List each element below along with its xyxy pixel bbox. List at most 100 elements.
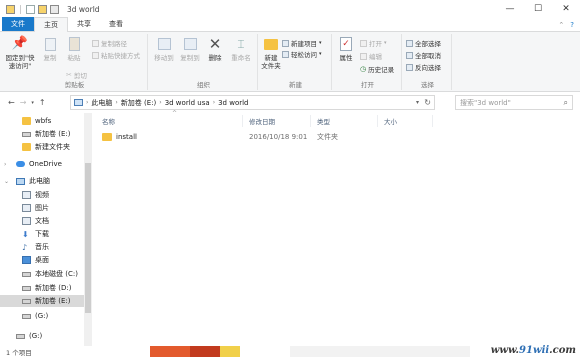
help-icon[interactable]: ?: [570, 21, 574, 29]
tab-file[interactable]: 文件: [2, 17, 34, 31]
new-item-button[interactable]: 新建项目 ▾: [282, 38, 322, 48]
sidebar-item-new-folder[interactable]: 新建文件夹: [0, 141, 84, 153]
sidebar-item-drive-e-selected[interactable]: 新加卷 (E:): [0, 295, 84, 307]
select-none-button[interactable]: 全部取消: [406, 50, 441, 60]
close-button[interactable]: ✕: [552, 0, 580, 18]
select-group-label: 选择: [421, 81, 434, 89]
copy-to-label: 复制到: [180, 54, 200, 62]
chevron-up-icon[interactable]: ⌃: [558, 21, 564, 29]
open-icon: [360, 39, 367, 47]
sidebar-item-this-pc[interactable]: ⌄ 此电脑: [0, 175, 84, 187]
breadcrumb-this-pc[interactable]: 此电脑: [91, 98, 112, 108]
column-header-modified[interactable]: 修改日期: [249, 116, 275, 126]
up-arrow-icon[interactable]: ↑: [39, 98, 46, 107]
properties-icon[interactable]: [26, 4, 35, 14]
search-icon[interactable]: ⌕: [564, 98, 568, 108]
sidebar-item-pictures[interactable]: 图片: [0, 202, 84, 214]
divider[interactable]: [377, 115, 378, 127]
sidebar-item-drive-c[interactable]: 本地磁盘 (C:): [0, 268, 84, 280]
paste-shortcut-button[interactable]: 粘贴快捷方式: [92, 50, 140, 60]
sort-caret-icon: ^: [172, 110, 178, 117]
taskbar-thumbnail: [190, 346, 220, 357]
sidebar-item-documents[interactable]: 文档: [0, 215, 84, 227]
sidebar-item-drive-e[interactable]: 新加卷 (E:): [0, 128, 84, 140]
move-to-button[interactable]: 移动到: [152, 36, 176, 62]
organize-group: 移动到 复制到 ✕ 删除 ⌶ 重命名 组织: [150, 34, 258, 90]
refresh-icon[interactable]: ↻: [424, 98, 431, 107]
ribbon-tabs: 文件 主页 共享 查看 ⌃ ?: [0, 17, 580, 32]
edit-button[interactable]: 编辑: [360, 51, 382, 61]
open-label: 打开: [369, 40, 382, 48]
divider[interactable]: [242, 115, 243, 127]
chevron-right-icon[interactable]: ›: [159, 99, 161, 106]
recent-locations-icon[interactable]: ▾: [31, 100, 34, 106]
breadcrumb-drive-e[interactable]: 新加卷 (E:): [121, 98, 156, 108]
chevron-right-icon[interactable]: ›: [213, 99, 215, 106]
chevron-right-icon[interactable]: ›: [4, 161, 6, 168]
sidebar-item-videos[interactable]: 视频: [0, 189, 84, 201]
sidebar-item-music[interactable]: ♪ 音乐: [0, 241, 84, 253]
open-button[interactable]: 打开 ▾: [360, 38, 387, 48]
sidebar-item-desktop[interactable]: 桌面: [0, 254, 84, 266]
tab-share[interactable]: 共享: [68, 17, 100, 31]
sidebar-item-drive-g[interactable]: (G:): [0, 310, 84, 322]
search-input[interactable]: 搜索"3d world" ⌕: [455, 95, 573, 110]
address-row: ← → ▾ ↑ › 此电脑 › 新加卷 (E:) › 3d world usa …: [0, 92, 580, 113]
dropdown-icon[interactable]: [50, 4, 59, 14]
select-group: 全部选择 全部取消 反向选择 选择: [404, 34, 452, 90]
column-header-name[interactable]: 名称: [102, 116, 115, 126]
sidebar-item-drive-g-root[interactable]: (G:): [0, 330, 84, 342]
new-folder-icon[interactable]: [38, 4, 47, 14]
divider[interactable]: [310, 115, 311, 127]
maximize-button[interactable]: ☐: [524, 0, 552, 18]
table-row[interactable]: install 2016/10/18 9:01 文件夹: [102, 131, 402, 143]
new-folder-button[interactable]: 新建 文件夹: [260, 36, 282, 70]
forward-arrow-icon[interactable]: →: [20, 98, 27, 107]
copy-button[interactable]: 复制: [40, 36, 60, 62]
select-all-button[interactable]: 全部选择: [406, 38, 441, 48]
scrollbar-thumb[interactable]: [85, 163, 91, 313]
chevron-right-icon[interactable]: ›: [86, 99, 88, 106]
music-icon: ♪: [22, 242, 28, 252]
scissors-icon: ✂: [66, 71, 72, 79]
paste-shortcut-label: 粘贴快捷方式: [101, 52, 140, 60]
drive-icon: [22, 131, 31, 137]
breadcrumb-3d-world-usa[interactable]: 3d world usa: [165, 99, 210, 107]
address-dropdown-icon[interactable]: ▾: [416, 99, 419, 106]
tab-home[interactable]: 主页: [34, 17, 68, 32]
properties-button[interactable]: ✓ 属性: [336, 36, 356, 62]
sidebar-item-onedrive[interactable]: › OneDrive: [0, 158, 84, 170]
pc-icon: [74, 99, 83, 106]
sidebar-item-label: 新加卷 (E:): [35, 130, 71, 138]
divider[interactable]: [432, 115, 433, 127]
new-item-label: 新建项目: [291, 40, 317, 48]
back-arrow-icon[interactable]: ←: [8, 98, 15, 107]
breadcrumb-3d-world[interactable]: 3d world: [218, 99, 248, 107]
column-header-type[interactable]: 类型: [317, 116, 330, 126]
sidebar-item-downloads[interactable]: ⬇ 下载: [0, 228, 84, 240]
watermark-logo: www.91wii.com: [491, 345, 576, 356]
paste-shortcut-icon: [92, 51, 99, 59]
sidebar-scrollbar[interactable]: [84, 113, 92, 346]
easy-access-button[interactable]: 轻松访问 ▾: [282, 49, 322, 59]
sidebar-item-wbfs[interactable]: wbfs: [0, 115, 84, 127]
rename-button[interactable]: ⌶ 重命名: [228, 36, 254, 62]
copy-path-button[interactable]: 复制路径: [92, 38, 127, 48]
minimize-button[interactable]: —: [496, 0, 524, 18]
title-bar: 3d world — ☐ ✕: [0, 0, 580, 18]
address-bar[interactable]: › 此电脑 › 新加卷 (E:) › 3d world usa › 3d wor…: [70, 95, 435, 110]
chevron-right-icon[interactable]: ›: [115, 99, 117, 106]
delete-button[interactable]: ✕ 删除: [204, 36, 226, 63]
invert-selection-button[interactable]: 反向选择: [406, 62, 441, 72]
chevron-down-icon[interactable]: ⌄: [4, 178, 9, 185]
tab-view[interactable]: 查看: [100, 17, 132, 31]
navigation-pane: wbfs 新加卷 (E:) 新建文件夹 › OneDrive ⌄ 此电脑 视频 …: [0, 113, 92, 346]
sidebar-item-drive-d[interactable]: 新加卷 (D:): [0, 282, 84, 294]
column-header-size[interactable]: 大小: [384, 116, 397, 126]
paste-button[interactable]: 粘贴: [64, 36, 84, 62]
desktop-icon: [22, 256, 31, 264]
copy-to-button[interactable]: 复制到: [178, 36, 202, 62]
pin-to-quick-access-button[interactable]: 📌 固定到"快 速访问": [4, 36, 36, 70]
pin-icon: 📌: [11, 36, 29, 51]
history-button[interactable]: ◷ 历史记录: [360, 64, 394, 74]
